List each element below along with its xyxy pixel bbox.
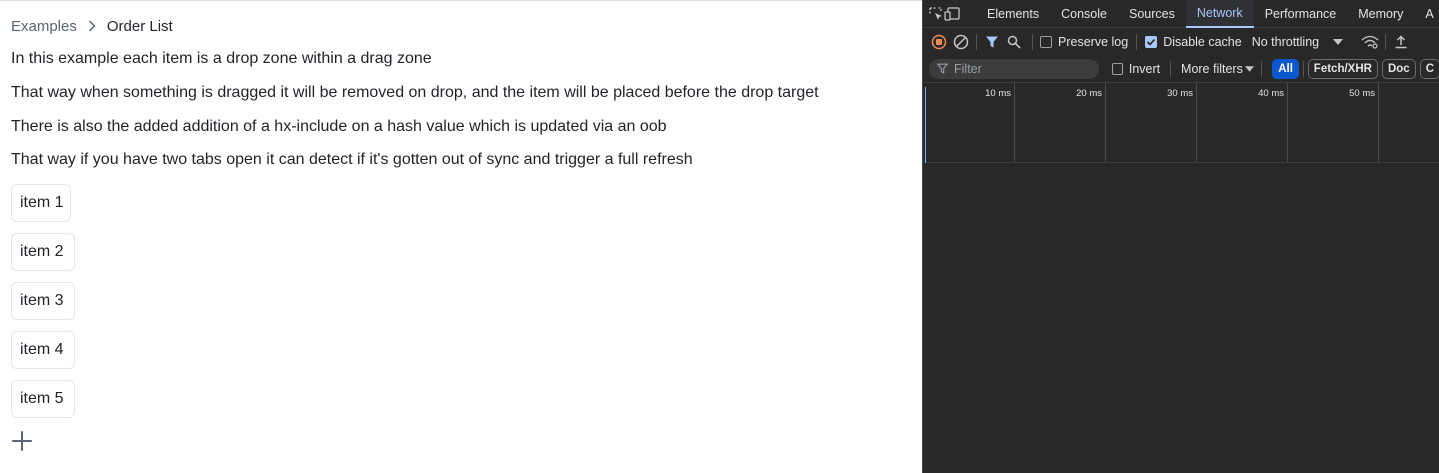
plus-icon[interactable] bbox=[11, 430, 33, 452]
disable-cache-checkbox[interactable] bbox=[1145, 35, 1158, 48]
description-paragraph: That way when something is dragged it wi… bbox=[11, 84, 819, 101]
toolbar-divider bbox=[1032, 33, 1033, 50]
network-overview-timeline[interactable]: 10 ms 20 ms 30 ms 40 ms 50 ms bbox=[923, 82, 1439, 163]
network-toolbar: Preserve log Disable cache No throttling bbox=[923, 28, 1439, 55]
tab-network[interactable]: Network bbox=[1185, 0, 1254, 28]
filter-type-css[interactable]: C bbox=[1419, 58, 1439, 79]
invert-label: Invert bbox=[1128, 61, 1161, 76]
breadcrumb-current: Order List bbox=[106, 17, 173, 35]
toolbar-divider bbox=[1170, 60, 1172, 77]
filter-placeholder: Filter bbox=[954, 61, 982, 76]
devtools-tabbar: Elements Console Sources Network Perform… bbox=[923, 0, 1439, 28]
chevron-down-icon[interactable] bbox=[1243, 58, 1255, 80]
description-paragraph: In this example each item is a drop zone… bbox=[11, 50, 432, 67]
preserve-log-checkbox[interactable] bbox=[1040, 35, 1052, 48]
draggable-item[interactable]: item 1 bbox=[11, 184, 71, 222]
timeline-tick-label: 40 ms bbox=[1258, 88, 1284, 99]
description-paragraph: There is also the added addition of a hx… bbox=[11, 118, 667, 135]
toolbar-divider bbox=[1136, 33, 1138, 50]
clear-icon[interactable] bbox=[950, 31, 972, 53]
toolbar-divider bbox=[976, 33, 977, 50]
breadcrumb-examples-link[interactable]: Examples bbox=[11, 18, 77, 35]
preserve-log-label: Preserve log bbox=[1058, 34, 1129, 49]
more-filters-dropdown[interactable]: More filters bbox=[1181, 62, 1243, 76]
timeline-tick: 50 ms bbox=[1288, 83, 1379, 163]
chevron-down-icon[interactable] bbox=[1327, 31, 1349, 53]
toolbar-divider bbox=[1302, 60, 1304, 77]
filter-type-fetch-xhr[interactable]: Fetch/XHR bbox=[1307, 58, 1378, 79]
tab-elements[interactable]: Elements bbox=[976, 0, 1050, 28]
device-toolbar-icon[interactable] bbox=[944, 3, 960, 25]
draggable-item[interactable]: item 5 bbox=[11, 380, 75, 418]
search-icon[interactable] bbox=[1003, 31, 1025, 53]
filter-icon bbox=[937, 63, 948, 74]
draggable-item[interactable]: item 4 bbox=[11, 331, 75, 369]
network-conditions-icon[interactable] bbox=[1359, 31, 1381, 53]
disable-cache-label: Disable cache bbox=[1163, 34, 1242, 49]
timeline-tick-label: 10 ms bbox=[985, 88, 1011, 99]
sortable-item-list: item 1 item 2 item 3 item 4 item 5 bbox=[11, 184, 75, 429]
tab-sources[interactable]: Sources bbox=[1118, 0, 1186, 28]
inspect-element-icon[interactable] bbox=[928, 3, 944, 25]
stop-recording-icon[interactable] bbox=[928, 31, 950, 53]
devtools-panel: Elements Console Sources Network Perform… bbox=[922, 0, 1439, 473]
filter-toolbar: Filter Invert More filters All Fetch/XHR… bbox=[923, 55, 1439, 82]
invert-checkbox[interactable] bbox=[1111, 62, 1123, 75]
timeline-tick-label: 50 ms bbox=[1349, 88, 1375, 99]
draggable-item[interactable]: item 3 bbox=[11, 282, 75, 320]
draggable-item[interactable]: item 2 bbox=[11, 233, 75, 271]
breadcrumb: Examples Order List bbox=[11, 16, 173, 36]
filter-type-all[interactable]: All bbox=[1272, 58, 1299, 79]
tab-console[interactable]: Console bbox=[1050, 0, 1118, 28]
filter-icon[interactable] bbox=[981, 31, 1003, 53]
timeline-tick: 40 ms bbox=[1197, 83, 1288, 163]
description-paragraph: That way if you have two tabs open it ca… bbox=[11, 151, 693, 168]
filter-input[interactable]: Filter bbox=[929, 58, 1099, 79]
timeline-tick: 20 ms bbox=[1015, 83, 1106, 163]
throttling-select[interactable]: No throttling bbox=[1252, 35, 1319, 49]
tab-overflow[interactable]: A bbox=[1414, 0, 1439, 28]
tab-memory[interactable]: Memory bbox=[1347, 0, 1414, 28]
tab-performance[interactable]: Performance bbox=[1254, 0, 1348, 28]
toolbar-divider bbox=[1261, 60, 1263, 77]
page-content: Examples Order List In this example each… bbox=[0, 0, 922, 473]
import-har-icon[interactable] bbox=[1390, 31, 1412, 53]
timeline-tick: 30 ms bbox=[1106, 83, 1197, 163]
timeline-tick-label: 20 ms bbox=[1076, 88, 1102, 99]
toolbar-divider bbox=[1385, 33, 1387, 50]
chevron-right-icon bbox=[77, 20, 107, 32]
filter-type-doc[interactable]: Doc bbox=[1381, 58, 1416, 79]
timeline-tick-label: 30 ms bbox=[1167, 88, 1193, 99]
timeline-tick: 10 ms bbox=[923, 83, 1015, 163]
